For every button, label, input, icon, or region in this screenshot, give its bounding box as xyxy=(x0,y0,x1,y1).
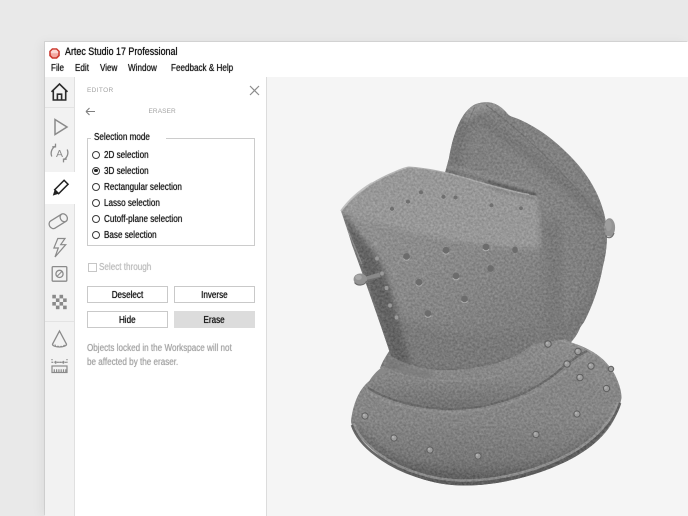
svg-text:A: A xyxy=(56,148,63,160)
